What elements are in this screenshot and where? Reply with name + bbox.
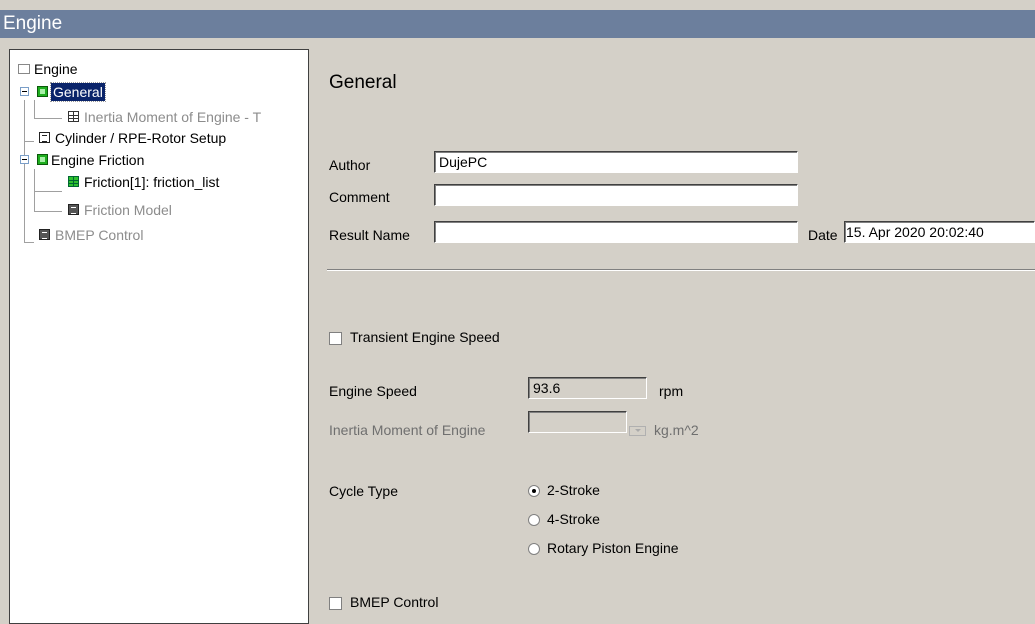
dropdown-icon[interactable] [629, 426, 646, 436]
window-title: Engine [0, 10, 1035, 38]
cycle-option-label: Rotary Piston Engine [547, 540, 679, 556]
form-icon [68, 204, 79, 215]
tree-item-label: Friction[1]: friction_list [84, 174, 220, 190]
author-label: Author [329, 157, 371, 173]
transient-speed-checkbox[interactable] [329, 332, 342, 345]
tree-line [34, 211, 62, 212]
tree-item-label: General [50, 82, 106, 102]
cycle-option-label: 2-Stroke [547, 482, 600, 498]
tree-item-label: Engine [34, 61, 78, 77]
engine-speed-unit: rpm [659, 383, 684, 399]
engine-speed-field[interactable]: 93.6 [528, 377, 647, 399]
tree-line [24, 242, 34, 243]
tree-line [34, 118, 62, 119]
tree-root-icon [18, 64, 30, 74]
date-field[interactable]: 15. Apr 2020 20:02:40 [844, 221, 1035, 243]
inertia-moment-label: Inertia Moment of Engine [329, 422, 486, 438]
table-icon [68, 176, 79, 187]
bmep-control-label: BMEP Control [350, 594, 439, 610]
result-name-label: Result Name [329, 227, 410, 243]
friction-icon [37, 154, 48, 165]
tree-item-label: Friction Model [84, 202, 172, 218]
author-field[interactable]: DujePC [434, 151, 798, 173]
separator [327, 269, 1035, 271]
section-title: General [329, 72, 397, 93]
inertia-moment-unit: kg.m^2 [654, 422, 699, 438]
cycle-option-label: 4-Stroke [547, 511, 600, 527]
general-panel: General Author DujePC Comment Result Nam… [310, 38, 1035, 618]
tree-item-label: Inertia Moment of Engine - T [84, 109, 262, 125]
radio-rotary-piston[interactable] [528, 543, 540, 555]
radio-4-stroke[interactable] [528, 514, 540, 526]
tree-line [34, 191, 62, 192]
form-icon [39, 229, 50, 240]
tree-line [34, 100, 35, 118]
table-icon [68, 111, 79, 122]
form-icon [39, 132, 50, 143]
tree-item-label: Engine Friction [51, 152, 145, 168]
comment-field[interactable] [434, 184, 798, 206]
inertia-moment-field[interactable] [528, 411, 627, 433]
transient-speed-label: Transient Engine Speed [350, 329, 500, 345]
date-label: Date [808, 227, 838, 243]
result-name-field[interactable] [434, 221, 798, 243]
engine-speed-label: Engine Speed [329, 383, 417, 399]
navigation-tree[interactable]: Engine General Inertia Moment of Engine … [9, 49, 309, 624]
collapse-icon[interactable] [20, 87, 29, 96]
bmep-control-checkbox[interactable] [329, 597, 342, 610]
tree-line [24, 141, 34, 142]
comment-label: Comment [329, 189, 390, 205]
cycle-type-label: Cycle Type [329, 483, 398, 499]
general-icon [37, 86, 48, 97]
collapse-icon[interactable] [20, 155, 29, 164]
tree-item-label: BMEP Control [55, 227, 144, 243]
tree-item-label: Cylinder / RPE-Rotor Setup [55, 130, 227, 146]
radio-2-stroke[interactable] [528, 485, 540, 497]
tree-line [24, 100, 25, 242]
tree-line [34, 169, 35, 211]
